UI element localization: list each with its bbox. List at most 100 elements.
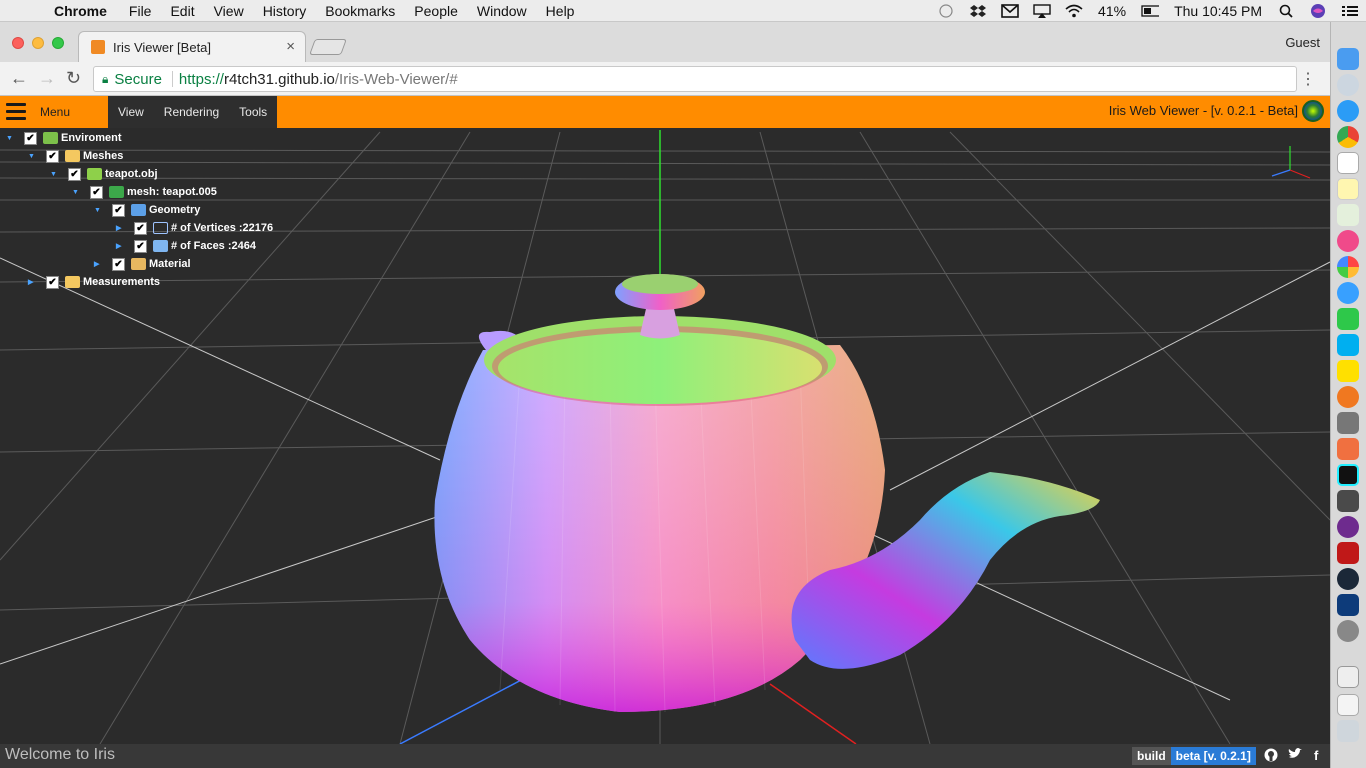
- twitter-icon[interactable]: [1288, 748, 1302, 763]
- menu-help[interactable]: Help: [546, 3, 575, 19]
- app-tab-tools[interactable]: Tools: [229, 96, 277, 128]
- back-arrow-icon[interactable]: ←: [10, 68, 28, 89]
- gimp-icon[interactable]: [1337, 412, 1359, 434]
- window-zoom-button[interactable]: [52, 37, 64, 49]
- github-desktop-icon[interactable]: [1337, 516, 1359, 538]
- photos-icon[interactable]: [1337, 256, 1359, 278]
- tree-node-teapot-obj[interactable]: ▼ ✔ teapot.obj: [50, 166, 158, 182]
- airplay-icon[interactable]: [1033, 4, 1051, 18]
- system-preferences-icon[interactable]: [1337, 620, 1359, 642]
- tree-node-label[interactable]: Meshes: [83, 150, 123, 162]
- expand-arrow-icon[interactable]: ▼: [94, 207, 104, 214]
- launchpad-icon[interactable]: [1337, 74, 1359, 96]
- visibility-checkbox[interactable]: ✔: [46, 275, 59, 289]
- notification-center-icon[interactable]: [1341, 4, 1359, 18]
- lock-icon[interactable]: 🔒︎: [102, 72, 108, 87]
- tree-node-faces[interactable]: ▶ ✔ # of Faces :2464: [116, 238, 256, 254]
- dropbox-icon[interactable]: [969, 4, 987, 18]
- menu-edit[interactable]: Edit: [170, 3, 194, 19]
- tree-node-label[interactable]: Enviroment: [61, 132, 122, 144]
- browser-menu-kebab-icon[interactable]: ⋮: [1300, 69, 1316, 89]
- build-badge[interactable]: build beta [v. 0.2.1]: [1132, 747, 1256, 765]
- xampp-icon[interactable]: [1337, 438, 1359, 460]
- dashlane-icon[interactable]: [937, 4, 955, 18]
- skype-icon[interactable]: [1337, 334, 1359, 356]
- secure-label[interactable]: Secure: [114, 71, 162, 88]
- new-tab-button[interactable]: [309, 39, 347, 55]
- documents-stack-icon[interactable]: [1337, 694, 1359, 716]
- menu-bookmarks[interactable]: Bookmarks: [325, 3, 395, 19]
- steam-icon[interactable]: [1337, 568, 1359, 590]
- reload-icon[interactable]: ↻: [66, 68, 81, 89]
- visibility-checkbox[interactable]: ✔: [24, 131, 37, 145]
- menu-people[interactable]: People: [414, 3, 458, 19]
- visibility-checkbox[interactable]: ✔: [90, 185, 103, 199]
- menu-app-name[interactable]: Chrome: [54, 3, 107, 19]
- tree-node-material[interactable]: ▶ ✔ Material: [94, 256, 191, 272]
- tree-node-label[interactable]: Measurements: [83, 276, 160, 288]
- tree-node-enviroment[interactable]: ▼ ✔ Enviroment: [6, 130, 122, 146]
- menu-label[interactable]: Menu: [40, 105, 70, 119]
- wifi-icon[interactable]: [1065, 4, 1083, 18]
- expand-arrow-icon[interactable]: ▶: [94, 260, 104, 268]
- expand-arrow-icon[interactable]: ▶: [116, 224, 126, 232]
- downloads-stack-icon[interactable]: [1337, 666, 1359, 688]
- tree-node-vertices[interactable]: ▶ ✔ # of Vertices :22176: [116, 220, 273, 236]
- spotlight-search-icon[interactable]: [1277, 4, 1295, 18]
- sublime-text-icon[interactable]: [1337, 490, 1359, 512]
- address-bar[interactable]: 🔒︎ Secure https:// r4tch31.github.io /Ir…: [93, 66, 1297, 92]
- tree-node-label[interactable]: # of Faces :2464: [171, 240, 256, 252]
- joystick-app-icon[interactable]: [1337, 542, 1359, 564]
- messages-icon[interactable]: [1337, 282, 1359, 304]
- forward-arrow-icon[interactable]: →: [38, 68, 56, 89]
- tree-node-meshes[interactable]: ▼ ✔ Meshes: [28, 148, 123, 164]
- chrome-icon[interactable]: [1337, 126, 1359, 148]
- github-icon[interactable]: [1264, 748, 1278, 765]
- app-tab-rendering[interactable]: Rendering: [154, 96, 229, 128]
- app-tab-view[interactable]: View: [108, 96, 154, 128]
- itunes-icon[interactable]: [1337, 230, 1359, 252]
- expand-arrow-icon[interactable]: ▼: [6, 135, 16, 142]
- facetime-icon[interactable]: [1337, 308, 1359, 330]
- menu-file[interactable]: File: [129, 3, 152, 19]
- visibility-checkbox[interactable]: ✔: [46, 149, 59, 163]
- siri-icon[interactable]: [1309, 4, 1327, 18]
- browser-tab[interactable]: Iris Viewer [Beta] ×: [78, 31, 306, 62]
- profile-guest-button[interactable]: Guest: [1285, 35, 1320, 50]
- battery-icon[interactable]: [1141, 4, 1160, 18]
- window-close-button[interactable]: [12, 37, 24, 49]
- preview-icon[interactable]: [1337, 204, 1359, 226]
- app-store-icon[interactable]: [1337, 100, 1359, 122]
- tree-node-geometry[interactable]: ▼ ✔ Geometry: [94, 202, 200, 218]
- expand-arrow-icon[interactable]: ▶: [28, 278, 38, 286]
- tree-node-mesh-teapot-005[interactable]: ▼ ✔ mesh: teapot.005: [72, 184, 217, 200]
- menu-history[interactable]: History: [263, 3, 307, 19]
- expand-arrow-icon[interactable]: ▼: [50, 171, 60, 178]
- menu-view[interactable]: View: [214, 3, 244, 19]
- calendar-icon[interactable]: [1337, 152, 1359, 174]
- 3d-viewport[interactable]: ▼ ✔ Enviroment ▼ ✔ Meshes ▼ ✔ teapot.obj…: [0, 128, 1330, 744]
- visibility-checkbox[interactable]: ✔: [112, 203, 125, 217]
- clock[interactable]: Thu 10:45 PM: [1174, 3, 1262, 19]
- hamburger-menu-icon[interactable]: [6, 103, 26, 121]
- window-minimize-button[interactable]: [32, 37, 44, 49]
- trash-icon[interactable]: [1337, 720, 1359, 742]
- visibility-checkbox[interactable]: ✔: [134, 221, 147, 235]
- tree-node-label[interactable]: # of Vertices :22176: [171, 222, 273, 234]
- visibility-checkbox[interactable]: ✔: [68, 167, 81, 181]
- blender-icon[interactable]: [1337, 386, 1359, 408]
- visual-studio-code-icon[interactable]: [1337, 594, 1359, 616]
- facebook-icon[interactable]: f: [1314, 748, 1318, 763]
- expand-arrow-icon[interactable]: ▼: [28, 153, 38, 160]
- tree-node-label[interactable]: mesh: teapot.005: [127, 186, 217, 198]
- tab-close-icon[interactable]: ×: [286, 38, 295, 55]
- notes-icon[interactable]: [1337, 178, 1359, 200]
- visibility-checkbox[interactable]: ✔: [112, 257, 125, 271]
- tree-node-label[interactable]: teapot.obj: [105, 168, 158, 180]
- tree-node-label[interactable]: Geometry: [149, 204, 200, 216]
- pycharm-icon[interactable]: [1337, 464, 1359, 486]
- kakaotalk-icon[interactable]: [1337, 360, 1359, 382]
- expand-arrow-icon[interactable]: ▼: [72, 189, 82, 196]
- tree-node-label[interactable]: Material: [149, 258, 191, 270]
- menu-window[interactable]: Window: [477, 3, 527, 19]
